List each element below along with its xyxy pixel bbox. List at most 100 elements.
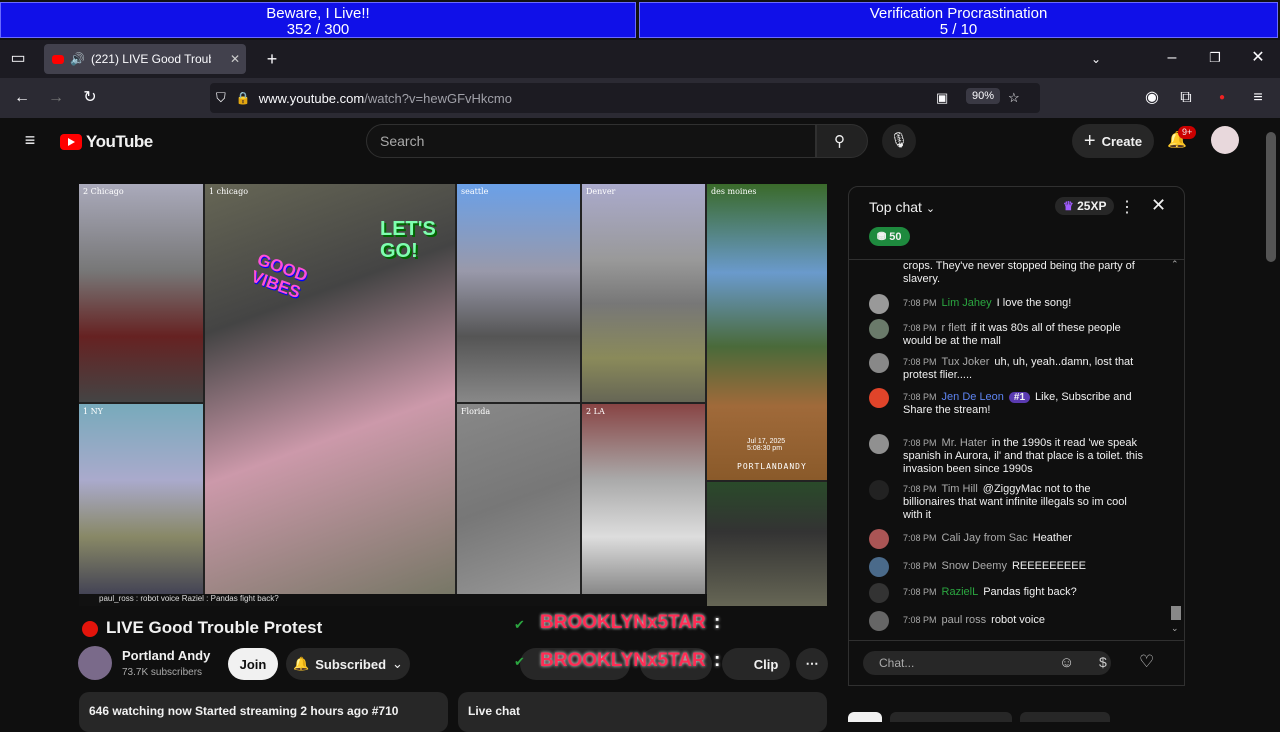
lock-icon[interactable]: 🔒 bbox=[236, 91, 251, 105]
video-cell: seattle bbox=[457, 184, 580, 402]
goal-title: Beware, I Live!! bbox=[266, 5, 370, 22]
search-button[interactable]: ⚲ bbox=[816, 124, 868, 158]
channel-name[interactable]: Portland Andy bbox=[122, 648, 210, 663]
tab-overflow-chevron-icon[interactable]: ⌄ bbox=[1086, 49, 1106, 69]
menu-icon[interactable]: ≡ bbox=[1248, 88, 1268, 108]
super-chat-icon[interactable]: $ bbox=[1099, 654, 1107, 670]
hamburger-menu-icon[interactable]: ≡ bbox=[20, 130, 40, 150]
zoom-level[interactable]: 90% bbox=[966, 88, 1001, 104]
chat-time: 7:08 PM bbox=[903, 357, 937, 367]
chat-author[interactable]: Lim Jahey bbox=[942, 297, 992, 309]
chat-avatar[interactable] bbox=[869, 529, 889, 549]
chat-text: in the 1990s it read 'we speak spanish i… bbox=[903, 437, 1143, 475]
chat-more-icon[interactable]: ⋮ bbox=[1119, 197, 1135, 217]
shield-icon[interactable]: ⛉ bbox=[216, 90, 226, 106]
xp-badge[interactable]: ♛ 25XP bbox=[1055, 197, 1115, 215]
bell-icon: 🔔 bbox=[293, 656, 310, 671]
chat-avatar[interactable] bbox=[869, 294, 889, 314]
heart-icon[interactable]: ♡ bbox=[1139, 652, 1154, 672]
below-chat-pill[interactable] bbox=[848, 712, 882, 722]
clip-label: Clip bbox=[753, 656, 779, 672]
minimize-icon[interactable]: – bbox=[1162, 48, 1182, 68]
below-chat-pill[interactable] bbox=[1020, 712, 1110, 722]
chat-avatar[interactable] bbox=[869, 611, 889, 631]
chat-avatar[interactable] bbox=[869, 319, 889, 339]
forward-icon[interactable]: → bbox=[46, 88, 66, 108]
scroll-up-icon[interactable]: ⌃ bbox=[1171, 259, 1179, 270]
goal-bar-live: Beware, I Live!! 352 / 300 bbox=[0, 2, 636, 38]
chat-author[interactable]: Snow Deemy bbox=[942, 560, 1007, 572]
close-chat-icon[interactable]: ✕ bbox=[1151, 195, 1166, 216]
avatar[interactable] bbox=[1211, 126, 1239, 154]
video-cell: Florida bbox=[457, 404, 580, 594]
close-window-icon[interactable]: ✕ bbox=[1248, 48, 1268, 68]
reload-icon[interactable]: ↻ bbox=[80, 88, 100, 108]
chat-author[interactable]: Tux Joker bbox=[942, 356, 990, 368]
chat-author[interactable]: Tim Hill bbox=[942, 483, 978, 495]
youtube-logo[interactable]: YouTube bbox=[60, 132, 153, 152]
chat-message-body: 7:08 PM paul ross robot voice bbox=[903, 614, 1143, 627]
extensions-icon[interactable]: ⧉ bbox=[1176, 88, 1196, 108]
top-chat-dropdown[interactable]: Top chat ⌄ bbox=[869, 199, 935, 215]
chat-time: 7:08 PM bbox=[903, 323, 937, 333]
restore-icon[interactable]: ❐ bbox=[1205, 48, 1225, 68]
chat-author[interactable]: paul ross bbox=[942, 614, 987, 626]
chat-scrollbar[interactable]: ⌃ ⌄ bbox=[1171, 259, 1181, 639]
back-icon[interactable]: ← bbox=[12, 88, 32, 108]
chat-author[interactable]: Cali Jay from Sac bbox=[942, 532, 1028, 544]
subscriber-count: 73.7K subscribers bbox=[122, 667, 203, 678]
subscribed-button[interactable]: 🔔 Subscribed ⌄ bbox=[286, 648, 410, 680]
video-player[interactable]: 2 Chicago 1 chicago LET'S GO! GOOD VIBES… bbox=[79, 184, 827, 606]
youtube-page: ≡ YouTube Search ⚲ 🎙 + Create 🔔 9+ 2 Chi… bbox=[0, 118, 1280, 732]
chat-avatar[interactable] bbox=[869, 353, 889, 373]
chat-author[interactable]: RazielL bbox=[942, 586, 979, 598]
page-scrollbar[interactable] bbox=[1266, 132, 1276, 262]
chat-text: Heather bbox=[1032, 532, 1072, 544]
search-input[interactable]: Search bbox=[366, 124, 816, 158]
cell-label: seattle bbox=[461, 187, 489, 196]
channel-avatar[interactable] bbox=[78, 646, 112, 680]
account-icon[interactable]: ◉ bbox=[1142, 88, 1162, 108]
chat-time: 7:08 PM bbox=[903, 587, 937, 597]
speaker-icon[interactable]: 🔊 bbox=[70, 52, 85, 66]
chat-author[interactable]: Jen De Leon bbox=[942, 391, 1004, 403]
cell-label: 1 chicago bbox=[209, 187, 249, 196]
goal-progress: 5 / 10 bbox=[939, 21, 978, 38]
tab-list-icon[interactable]: ▭ bbox=[8, 49, 28, 69]
chat-message-body: 7:08 PM Tim Hill @ZiggyMac not to the bill… bbox=[903, 483, 1143, 522]
voice-search-icon[interactable]: 🎙 bbox=[882, 124, 916, 158]
join-button[interactable]: Join bbox=[228, 648, 278, 680]
description-box[interactable]: 646 watching now Started streaming 2 hou… bbox=[79, 692, 448, 732]
chat-avatar[interactable] bbox=[869, 583, 889, 603]
bookmark-star-icon[interactable]: ☆ bbox=[1008, 90, 1020, 106]
chat-author[interactable]: r flett bbox=[942, 322, 966, 334]
gift-counter[interactable]: ⛃ 50 bbox=[869, 227, 910, 246]
new-tab-button[interactable]: + bbox=[262, 49, 282, 69]
emoji-icon[interactable]: ☺ bbox=[1059, 654, 1074, 671]
chat-avatar[interactable] bbox=[869, 557, 889, 577]
clip-button[interactable]: Clip bbox=[722, 648, 790, 680]
gift-count: 50 bbox=[889, 231, 902, 243]
chat-avatar[interactable] bbox=[869, 480, 889, 500]
chat-time: 7:08 PM bbox=[903, 438, 937, 448]
stream-goal-overlay: Beware, I Live!! 352 / 300 Verification … bbox=[0, 0, 1280, 40]
goal-bar-verification: Verification Procrastination 5 / 10 bbox=[639, 2, 1278, 38]
picture-in-picture-icon[interactable]: ▣ bbox=[936, 90, 948, 106]
close-tab-icon[interactable]: ✕ bbox=[230, 52, 240, 66]
more-actions-button[interactable]: ⋯ bbox=[796, 648, 828, 680]
scroll-down-icon[interactable]: ⌄ bbox=[1171, 623, 1179, 634]
extension-red-icon[interactable]: ● bbox=[1212, 88, 1232, 108]
browser-tab-active[interactable]: 🔊 (221) LIVE Good Troubl ✕ bbox=[44, 44, 246, 74]
crown-icon: ♛ bbox=[1063, 199, 1074, 213]
create-button[interactable]: + Create bbox=[1072, 124, 1154, 158]
tab-title: (221) LIVE Good Troubl bbox=[90, 52, 211, 66]
live-chat-replay-box[interactable]: Live chat bbox=[458, 692, 827, 732]
chat-avatar[interactable] bbox=[869, 388, 889, 408]
scroll-thumb[interactable] bbox=[1171, 606, 1181, 620]
chat-author[interactable]: Mr. Hater bbox=[942, 437, 987, 449]
cell-label: 2 Chicago bbox=[83, 187, 124, 196]
below-chat-pill[interactable] bbox=[890, 712, 1012, 722]
url-bar[interactable]: ⛉ 🔒 www.youtube.com /watch?v=hewGFvHkcmo… bbox=[210, 83, 1040, 113]
chat-time: 7:08 PM bbox=[903, 298, 937, 308]
chat-avatar[interactable] bbox=[869, 434, 889, 454]
